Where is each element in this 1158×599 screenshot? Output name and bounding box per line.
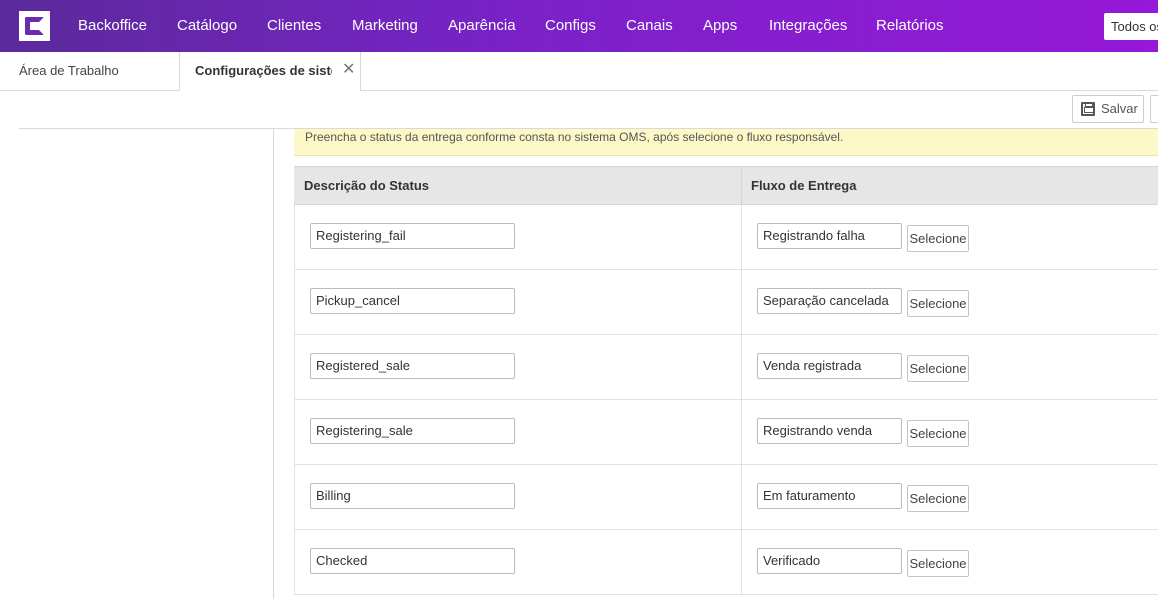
- nav-integracoes[interactable]: Integrações: [769, 0, 847, 52]
- delivery-flow-input[interactable]: Venda registrada: [757, 353, 902, 379]
- delivery-flow-input[interactable]: Separação cancelada: [757, 288, 902, 314]
- sidebar-divider: [273, 129, 274, 599]
- select-flow-button[interactable]: Selecione: [907, 550, 969, 577]
- tab-area-de-trabalho[interactable]: Área de Trabalho: [0, 52, 180, 91]
- select-flow-button[interactable]: Selecione: [907, 485, 969, 512]
- delivery-flow-input[interactable]: Verificado: [757, 548, 902, 574]
- select-flow-button[interactable]: Selecione: [907, 355, 969, 382]
- nav-configs[interactable]: Configs: [545, 0, 596, 52]
- scope-select[interactable]: Todos os: [1104, 13, 1158, 40]
- status-description-input[interactable]: Registering_sale: [310, 418, 515, 444]
- close-tab-icon[interactable]: ✕: [342, 52, 355, 88]
- floppy-disk-icon: [1081, 102, 1095, 116]
- tab-configuracoes-de-sistema[interactable]: Configurações de sistema: [180, 52, 361, 91]
- header-descricao-do-status: Descrição do Status: [304, 178, 429, 193]
- c-logo-icon[interactable]: [19, 11, 50, 41]
- tab-bar: Área de Trabalho Configurações de sistem…: [0, 52, 1158, 91]
- status-description-input[interactable]: Billing: [310, 483, 515, 509]
- nav-canais[interactable]: Canais: [626, 0, 673, 52]
- table-header: Descrição do Status Fluxo de Entrega: [294, 166, 1158, 205]
- nav-apps[interactable]: Apps: [703, 0, 737, 52]
- table-row: Pickup_cancel Separação cancelada Seleci…: [294, 270, 1158, 335]
- save-button[interactable]: Salvar: [1072, 95, 1144, 123]
- table-row: Registering_fail Registrando falha Selec…: [294, 205, 1158, 270]
- table-row: Billing Em faturamento Selecione: [294, 465, 1158, 530]
- nav-clientes[interactable]: Clientes: [267, 0, 321, 52]
- select-flow-button[interactable]: Selecione: [907, 420, 969, 447]
- table-row: Registering_sale Registrando venda Selec…: [294, 400, 1158, 465]
- delivery-flow-input[interactable]: Em faturamento: [757, 483, 902, 509]
- delivery-flow-input[interactable]: Registrando falha: [757, 223, 902, 249]
- table-row: Checked Verificado Selecione: [294, 530, 1158, 595]
- table-row: Registered_sale Venda registrada Selecio…: [294, 335, 1158, 400]
- status-description-input[interactable]: Registering_fail: [310, 223, 515, 249]
- status-description-input[interactable]: Registered_sale: [310, 353, 515, 379]
- header-fluxo-de-entrega: Fluxo de Entrega: [751, 178, 857, 193]
- nav-marketing[interactable]: Marketing: [352, 0, 418, 52]
- select-flow-button[interactable]: Selecione: [907, 225, 969, 252]
- status-description-input[interactable]: Pickup_cancel: [310, 288, 515, 314]
- save-button-label: Salvar: [1101, 101, 1138, 116]
- nav-catalogo[interactable]: Catálogo: [177, 0, 237, 52]
- status-description-input[interactable]: Checked: [310, 548, 515, 574]
- top-navigation-bar: Backoffice Catálogo Clientes Marketing A…: [0, 0, 1158, 52]
- info-notice: Preencha o status da entrega conforme co…: [294, 129, 1158, 156]
- more-actions-button[interactable]: [1150, 95, 1158, 123]
- nav-relatorios[interactable]: Relatórios: [876, 0, 944, 52]
- nav-aparencia[interactable]: Aparência: [448, 0, 516, 52]
- delivery-flow-input[interactable]: Registrando venda: [757, 418, 902, 444]
- nav-backoffice[interactable]: Backoffice: [78, 0, 147, 52]
- status-mapping-table: Descrição do Status Fluxo de Entrega Reg…: [294, 166, 1158, 595]
- tab-label: Configurações de sistema: [195, 63, 332, 78]
- notice-text: Preencha o status da entrega conforme co…: [305, 130, 844, 144]
- select-flow-button[interactable]: Selecione: [907, 290, 969, 317]
